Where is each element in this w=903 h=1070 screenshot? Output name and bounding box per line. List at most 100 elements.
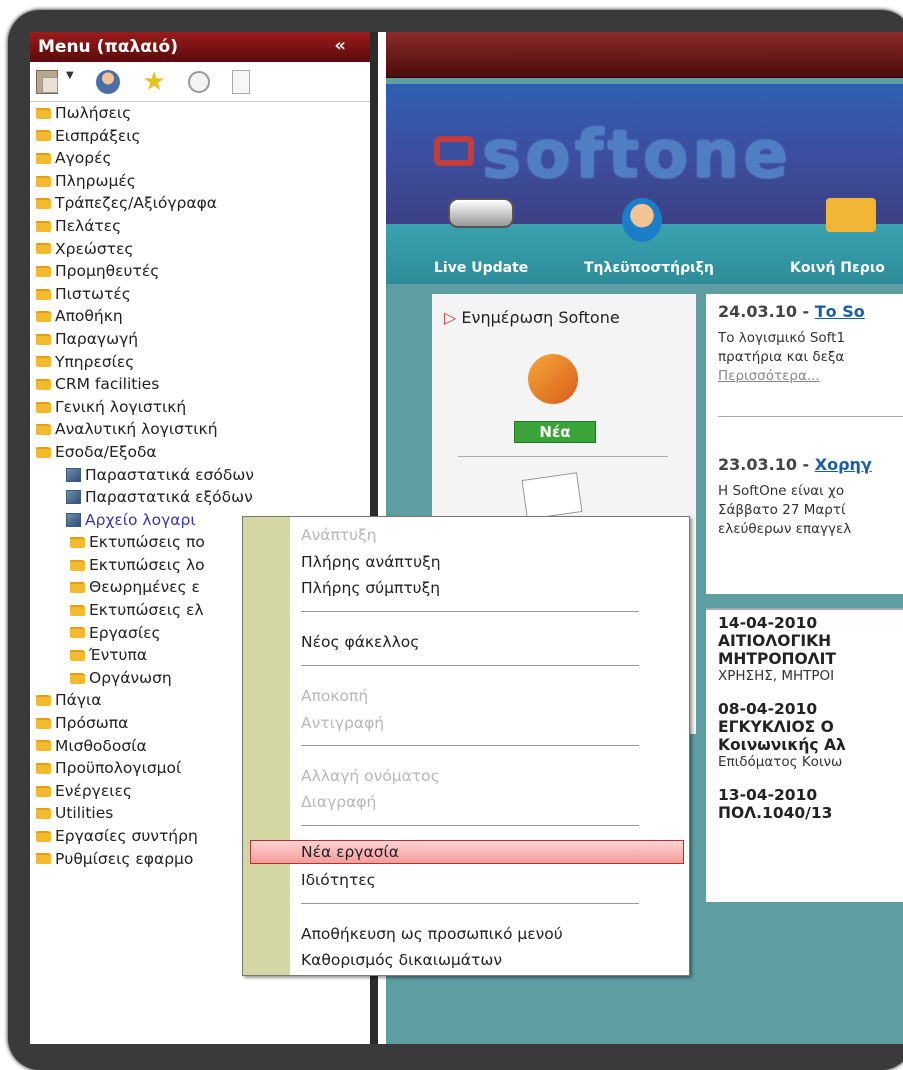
menu-tree-item[interactable]: Τράπεζες/Αξιόγραφα xyxy=(36,192,370,215)
announcement-title[interactable]: ΕΓΚΥΚΛΙΟΣ Ο xyxy=(718,718,903,736)
menu-tree-item[interactable]: CRM facilities xyxy=(36,373,370,396)
news-badge[interactable]: Νέα xyxy=(514,421,596,443)
folder-icon xyxy=(70,537,85,549)
menu-tree-item[interactable]: Αγορές xyxy=(36,147,370,170)
menu-tree-label: Υπηρεσίες xyxy=(55,352,135,371)
folder-icon xyxy=(70,559,85,571)
headset-icon[interactable] xyxy=(622,198,662,242)
news-line: ελεύθερων επαγγελ xyxy=(718,521,852,537)
menu-tree-label: Αποθήκη xyxy=(55,307,123,326)
menu-item-save-personal-menu[interactable]: Αποθήκευση ως προσωπικό μενού xyxy=(301,923,563,945)
menu-tree-item[interactable]: Γενική λογιστική xyxy=(36,396,370,419)
menu-item-cut: Αποκοπή xyxy=(301,687,369,705)
menu-tree-item[interactable]: Παραστατικά εξόδων xyxy=(36,486,370,509)
divider xyxy=(718,416,903,417)
router-icon[interactable] xyxy=(448,198,514,228)
news-line: πρατήρια και δεξα xyxy=(718,349,845,365)
separator xyxy=(301,665,639,666)
people-icon[interactable] xyxy=(826,198,876,232)
menu-tree-label: Πελάτες xyxy=(55,216,122,235)
divider xyxy=(458,456,668,457)
menu-tree-item[interactable]: Αποθήκη xyxy=(36,305,370,328)
nav-common-area[interactable]: Κοινή Περιο xyxy=(790,260,885,276)
menu-tree-item[interactable]: Εισπράξεις xyxy=(36,125,370,148)
mail-icon[interactable] xyxy=(521,472,583,520)
menu-tree-label: Έντυπα xyxy=(89,646,148,665)
menu-tree-item[interactable]: Προμηθευτές xyxy=(36,260,370,283)
star-icon[interactable]: ★ xyxy=(142,69,166,95)
announcement-date: 08-04-2010 xyxy=(718,700,818,718)
menu-tree-item[interactable]: Χρεώστες xyxy=(36,238,370,261)
folder-icon xyxy=(36,830,51,842)
menu-tree-item[interactable]: Υπηρεσίες xyxy=(36,351,370,374)
menu-tree-label: CRM facilities xyxy=(55,375,160,394)
menu-tree-label: Αρχείο λογαρι xyxy=(85,510,196,529)
news-panel-title: ▷ Ενημέρωση Softone xyxy=(432,294,696,327)
folder-icon xyxy=(36,695,51,707)
user-icon[interactable] xyxy=(96,69,120,94)
news-item-link[interactable]: Χορηγ xyxy=(815,455,872,474)
announcement-date: 14-04-2010 xyxy=(718,614,818,632)
folder-icon xyxy=(36,311,51,323)
nav-support[interactable]: Τηλεϋποστήριξη xyxy=(584,260,714,276)
announcement-title[interactable]: Κοινωνικής Αλ xyxy=(718,736,903,754)
context-menu: Ανάπτυξη Πλήρης ανάπτυξη Πλήρης σύμπτυξη… xyxy=(242,516,690,976)
app-screen: Menu (παλαιό) « ▼ ★ Πωλήσεις Εισπράξεις Αγ… xyxy=(30,32,903,1044)
folder-icon xyxy=(36,808,51,820)
news-item-text: Η SoftOne είναι χο Σάββατο 27 Μαρτί ελεύ… xyxy=(718,482,903,539)
more-link[interactable]: Περισσότερα... xyxy=(718,367,903,386)
folder-icon xyxy=(36,130,51,142)
announcements-list: 14-04-2010 ΑΙΤΙΟΛΟΓΙΚΗ ΜΗΤΡΟΠΟΛΙΤ ΧΡΗΣΗΣ… xyxy=(706,608,903,902)
news-line: Σάββατο 27 Μαρτί xyxy=(718,502,846,518)
menu-item-full-expand[interactable]: Πλήρης ανάπτυξη xyxy=(301,551,441,573)
menu-item-new-task[interactable]: Νέα εργασία xyxy=(301,841,399,863)
announcement-text: Επιδόματος Κοινω xyxy=(718,754,843,770)
dropdown-arrow-icon[interactable]: ▼ xyxy=(66,70,74,94)
news-item-date: 23.03.10 - Χορηγ xyxy=(718,455,872,474)
announcement-title[interactable]: ΜΗΤΡΟΠΟΛΙΤ xyxy=(718,650,903,668)
announcement-title[interactable]: ΑΙΤΙΟΛΟΓΙΚΗ xyxy=(718,632,903,650)
menu-tree-item[interactable]: Πελάτες xyxy=(36,215,370,238)
menu-tree-item[interactable]: Αναλυτική λογιστική xyxy=(36,418,370,441)
news-panel-title-text: Ενημέρωση Softone xyxy=(461,308,620,327)
menu-tree-item[interactable]: Πιστωτές xyxy=(36,283,370,306)
menu-tree-label: Εκτυπώσεις πο xyxy=(89,533,205,552)
menu-item-expand: Ανάπτυξη xyxy=(301,526,377,544)
menu-item-copy: Αντιγραφή xyxy=(301,714,385,732)
logo: softone xyxy=(482,116,792,193)
clipboard-icon[interactable] xyxy=(36,69,58,94)
menu-tree-label: Εσοδα/Εξοδα xyxy=(55,442,157,461)
nav-live-update[interactable]: Live Update xyxy=(434,260,528,276)
menu-tree-label: Χρεώστες xyxy=(55,239,134,258)
folder-icon xyxy=(36,763,51,775)
folder-icon xyxy=(36,107,51,119)
search-icon[interactable] xyxy=(188,70,210,93)
menu-item-full-collapse[interactable]: Πλήρης σύμπτυξη xyxy=(301,577,440,599)
folder-icon xyxy=(70,604,85,616)
folder-icon xyxy=(36,152,51,164)
news-item-date: 24.03.10 - Το So xyxy=(718,302,865,321)
announcement-title[interactable]: ΠΟΛ.1040/13 xyxy=(718,804,903,822)
document-icon[interactable] xyxy=(232,69,250,94)
cube-icon xyxy=(66,467,81,482)
news-item-link[interactable]: Το So xyxy=(815,302,865,321)
menu-tree-label: Αγορές xyxy=(55,149,112,168)
menu-tree-item[interactable]: Παραστατικά εσόδων xyxy=(36,464,370,487)
menu-tree-item[interactable]: Πωλήσεις xyxy=(36,102,370,125)
folder-icon xyxy=(36,785,51,797)
menu-item-properties[interactable]: Ιδιότητες xyxy=(301,869,376,891)
double-chevron-left-icon[interactable]: « xyxy=(334,35,346,56)
menu-tree-item[interactable]: Παραγωγή xyxy=(36,328,370,351)
folder-icon xyxy=(36,175,51,187)
menu-tree-label: Οργάνωση xyxy=(89,668,172,687)
rss-icon[interactable] xyxy=(528,354,578,404)
folder-icon xyxy=(36,378,51,390)
folder-icon xyxy=(36,198,51,210)
menu-item-new-folder[interactable]: Νέος φάκελλος xyxy=(301,631,419,653)
menu-tree-label: Εκτυπώσεις λο xyxy=(89,555,205,574)
context-menu-gutter xyxy=(243,517,290,975)
folder-icon xyxy=(36,220,51,232)
menu-item-permissions[interactable]: Καθορισμός δικαιωμάτων xyxy=(301,949,502,971)
menu-tree-item[interactable]: Εσοδα/Εξοδα xyxy=(36,441,370,464)
menu-tree-item[interactable]: Πληρωμές xyxy=(36,170,370,193)
